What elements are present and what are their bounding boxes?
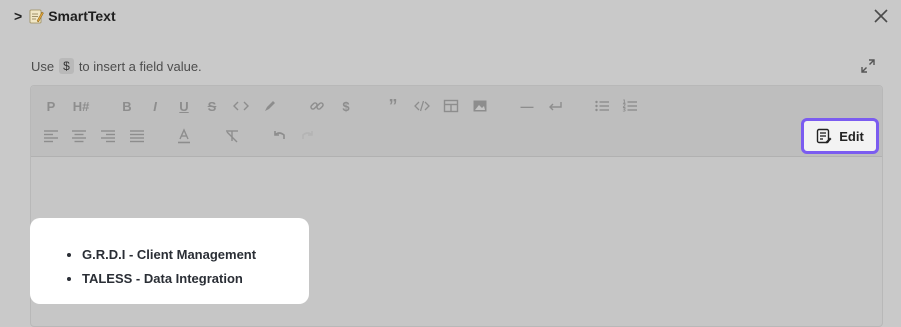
align-justify-icon <box>130 130 144 143</box>
hint-text-after: to insert a field value. <box>78 58 202 74</box>
underline-icon: U <box>179 98 189 114</box>
align-center-icon <box>72 130 86 143</box>
horizontal-rule-icon: — <box>520 98 534 114</box>
hint-kbd: $ <box>59 58 74 74</box>
highlighter-icon <box>265 101 275 111</box>
bullet-list-button[interactable] <box>592 96 612 116</box>
list-item: TALESS - Data Integration <box>82 267 256 291</box>
editor-content-preview[interactable]: G.R.D.I - Client Management TALESS - Dat… <box>30 218 309 304</box>
undo-icon <box>274 131 285 139</box>
align-left-button[interactable] <box>41 126 61 146</box>
redo-icon <box>302 131 313 139</box>
highlight-button[interactable] <box>260 96 280 116</box>
italic-icon: I <box>153 98 157 114</box>
edit-button[interactable]: Edit <box>801 118 879 154</box>
align-center-button[interactable] <box>69 126 89 146</box>
text-color-button[interactable] <box>174 126 194 146</box>
svg-text:3: 3 <box>623 108 627 114</box>
numbered-list-button[interactable]: 123 <box>620 96 640 116</box>
table-icon <box>443 99 459 113</box>
undo-button[interactable] <box>269 126 289 146</box>
align-left-icon <box>44 130 58 143</box>
edit-button-label: Edit <box>839 128 864 144</box>
collapse-chevron-icon[interactable]: > <box>14 8 22 24</box>
line-break-button[interactable] <box>545 96 565 116</box>
heading-button[interactable]: H# <box>69 96 93 116</box>
memo-icon <box>29 9 45 24</box>
align-right-button[interactable] <box>98 126 118 146</box>
align-justify-button[interactable] <box>127 126 147 146</box>
horizontal-rule-button[interactable]: — <box>517 96 537 116</box>
paragraph-icon: P <box>46 98 56 114</box>
link-button[interactable] <box>307 96 327 116</box>
text-color-icon <box>178 128 190 144</box>
italic-button[interactable]: I <box>145 96 165 116</box>
table-button[interactable] <box>441 96 461 116</box>
align-right-icon <box>101 130 115 143</box>
dollar-icon: $ <box>342 98 350 114</box>
clear-format-icon <box>226 130 238 143</box>
bullet-list: G.R.D.I - Client Management TALESS - Dat… <box>30 243 256 291</box>
image-icon <box>473 100 487 112</box>
bold-button[interactable]: B <box>117 96 137 116</box>
code-block-icon <box>414 100 430 112</box>
strikethrough-icon: S <box>207 98 217 114</box>
line-break-icon <box>549 102 562 111</box>
image-button[interactable] <box>470 96 490 116</box>
panel-header: > SmartText <box>14 6 116 26</box>
code-inline-button[interactable] <box>231 96 251 116</box>
quote-icon: ” <box>388 95 398 116</box>
bold-icon: B <box>122 98 132 114</box>
edit-note-icon <box>817 128 832 144</box>
close-icon[interactable] <box>873 8 889 24</box>
redo-button[interactable] <box>298 126 318 146</box>
list-item: G.R.D.I - Client Management <box>82 243 256 267</box>
strikethrough-button[interactable]: S <box>202 96 222 116</box>
clear-format-button[interactable] <box>222 126 242 146</box>
editor-toolbar: P H# B I U S $ ” — 1 2 3 <box>31 86 882 157</box>
code-icon <box>233 101 249 111</box>
blockquote-button[interactable]: ” <box>383 96 403 116</box>
insert-variable-button[interactable]: $ <box>336 96 356 116</box>
expand-icon[interactable] <box>860 58 876 74</box>
link-icon <box>310 102 324 110</box>
numbered-list-icon: 123 <box>623 100 637 114</box>
heading-icon: H# <box>72 98 90 114</box>
field-value-hint: Use $ to insert a field value. <box>31 58 202 74</box>
code-block-button[interactable] <box>412 96 432 116</box>
hint-text-before: Use <box>31 58 55 74</box>
bullet-list-icon <box>595 100 609 112</box>
underline-button[interactable]: U <box>174 96 194 116</box>
paragraph-format-button[interactable]: P <box>41 96 61 116</box>
panel-title: SmartText <box>48 8 116 24</box>
